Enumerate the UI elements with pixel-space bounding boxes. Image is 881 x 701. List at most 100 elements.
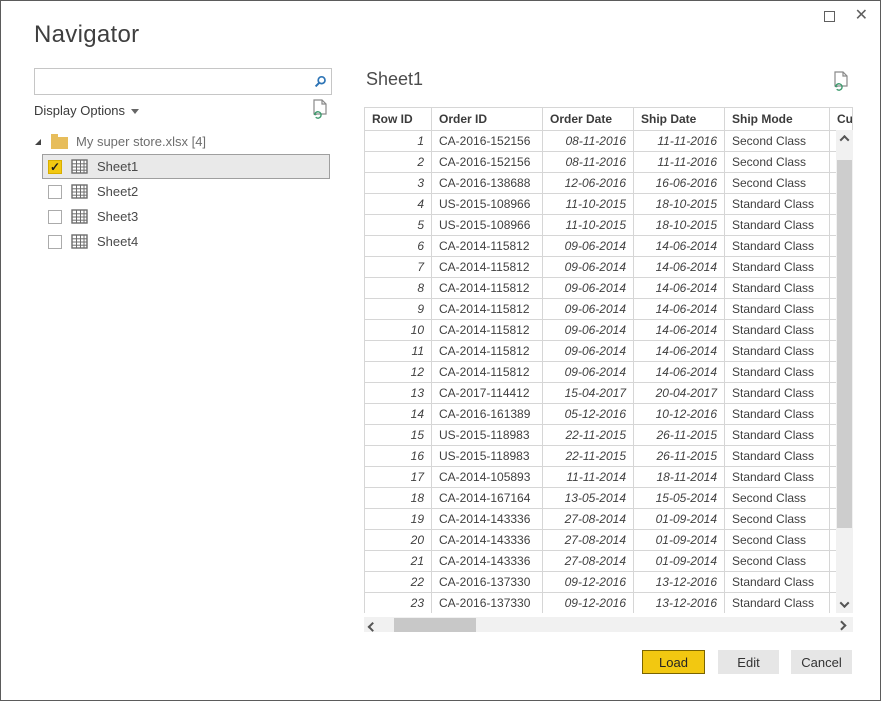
table-cell: 18-11-2014 <box>633 466 725 488</box>
refresh-preview-icon[interactable] <box>833 71 850 97</box>
horizontal-scroll-thumb[interactable] <box>394 618 476 633</box>
table-row: 9 CA-2014-115812 09-06-2014 14-06-2014 Stand… <box>364 298 853 320</box>
table-cell: 14-06-2014 <box>633 298 725 320</box>
table-cell: 16 <box>364 445 432 467</box>
display-options-dropdown[interactable]: Display Options <box>34 103 140 118</box>
table-row: 13 CA-2017-114412 15-04-2017 20-04-2017 Stan… <box>364 382 853 404</box>
footer: Load Edit Cancel <box>1 632 880 700</box>
table-cell: 09-06-2014 <box>542 340 634 362</box>
table-cell: 18 <box>364 487 432 509</box>
table-cell: 09-06-2014 <box>542 298 634 320</box>
refresh-source-icon[interactable] <box>312 99 329 125</box>
table-row: 3 CA-2016-138688 12-06-2016 16-06-2016 Secon… <box>364 172 853 194</box>
navigator-dialog: ✕ Navigator Display Options My super sto… <box>0 0 881 701</box>
table-cell: 15-05-2014 <box>633 487 725 509</box>
table-cell: 11-11-2016 <box>633 130 725 152</box>
table-cell: CA-2016-137330 <box>431 571 543 593</box>
table-cell: 11-10-2015 <box>542 214 634 236</box>
table-cell: 20 <box>364 529 432 551</box>
sheet-checkbox[interactable] <box>48 234 62 249</box>
table-cell: 08-11-2016 <box>542 151 634 173</box>
table-cell: CA-2016-138688 <box>431 172 543 194</box>
table-cell: Standard Class <box>724 403 830 425</box>
table-cell: 1 <box>364 130 432 152</box>
table-cell: CA-2014-167164 <box>431 487 543 509</box>
table-cell: 14-06-2014 <box>633 235 725 257</box>
table-cell: 14-06-2014 <box>633 277 725 299</box>
sheet-checkbox[interactable] <box>48 184 62 199</box>
table-cell: 14-06-2014 <box>633 361 725 383</box>
preview-table-wrap: Row ID Order ID Order Date Ship Date Ship Mo… <box>364 107 853 613</box>
tree-item-sheet4[interactable]: Sheet4 <box>42 229 330 254</box>
table-cell: Standard Class <box>724 592 830 613</box>
expand-collapse-icon[interactable] <box>35 138 41 145</box>
table-cell: Standard Class <box>724 466 830 488</box>
load-button[interactable]: Load <box>642 650 705 674</box>
table-cell: 18-10-2015 <box>633 214 725 236</box>
table-cell: Standard Class <box>724 340 830 362</box>
table-row: 15 US-2015-118983 22-11-2015 26-11-2015 Stan… <box>364 424 853 446</box>
table-cell: CA-2014-105893 <box>431 466 543 488</box>
scroll-down-icon[interactable] <box>836 596 853 613</box>
table-cell: 18-10-2015 <box>633 193 725 215</box>
table-cell: 11-10-2015 <box>542 193 634 215</box>
table-cell: 05-12-2016 <box>542 403 634 425</box>
table-row: 11 CA-2014-115812 09-06-2014 14-06-2014 Stan… <box>364 340 853 362</box>
table-cell: 13 <box>364 382 432 404</box>
table-icon <box>71 209 88 224</box>
table-row: 12 CA-2014-115812 09-06-2014 14-06-2014 Stan… <box>364 361 853 383</box>
table-cell: Standard Class <box>724 382 830 404</box>
scroll-up-icon[interactable] <box>836 130 853 147</box>
close-icon[interactable]: ✕ <box>855 8 868 24</box>
table-cell: 11-11-2016 <box>633 151 725 173</box>
table-cell: 20-04-2017 <box>633 382 725 404</box>
table-row: 23 CA-2016-137330 09-12-2016 13-12-2016 Stan… <box>364 592 853 613</box>
table-row: 1 CA-2016-152156 08-11-2016 11-11-2016 Secon… <box>364 130 853 152</box>
sheet-checkbox[interactable]: ✓ <box>48 159 62 174</box>
table-cell: 10 <box>364 319 432 341</box>
table-cell: 16-06-2016 <box>633 172 725 194</box>
table-cell: Standard Class <box>724 193 830 215</box>
tree-item-sheet3[interactable]: Sheet3 <box>42 204 330 229</box>
table-icon <box>71 234 88 249</box>
preview-table: Row ID Order ID Order Date Ship Date Ship Mo… <box>364 107 853 613</box>
search-input[interactable] <box>35 69 309 94</box>
search-icon[interactable] <box>309 71 331 93</box>
column-header: Order Date <box>542 107 634 131</box>
table-header-row: Row ID Order ID Order Date Ship Date Ship Mo… <box>364 107 853 131</box>
table-cell: CA-2014-115812 <box>431 298 543 320</box>
tree-item-sheet1[interactable]: ✓ Sheet1 <box>42 154 330 179</box>
maximize-icon[interactable] <box>823 10 835 22</box>
table-cell: 09-12-2016 <box>542 592 634 613</box>
table-row: 22 CA-2016-137330 09-12-2016 13-12-2016 Stan… <box>364 571 853 593</box>
column-header: Ship Mode <box>724 107 830 131</box>
table-cell: 09-06-2014 <box>542 319 634 341</box>
table-cell: 12-06-2016 <box>542 172 634 194</box>
table-cell: 22-11-2015 <box>542 424 634 446</box>
table-cell: 01-09-2014 <box>633 550 725 572</box>
table-cell: 2 <box>364 151 432 173</box>
table-icon <box>71 159 88 174</box>
table-cell: 27-08-2014 <box>542 529 634 551</box>
table-cell: 11-11-2014 <box>542 466 634 488</box>
tree-root-workbook[interactable]: My super store.xlsx [4] <box>29 129 335 154</box>
vertical-scrollbar[interactable] <box>836 130 853 613</box>
table-cell: 08-11-2016 <box>542 130 634 152</box>
table-cell: 09-06-2014 <box>542 235 634 257</box>
table-cell: 11 <box>364 340 432 362</box>
table-cell: 09-12-2016 <box>542 571 634 593</box>
table-cell: CA-2016-161389 <box>431 403 543 425</box>
table-cell: Second Class <box>724 151 830 173</box>
tree-item-label: Sheet1 <box>97 159 139 174</box>
table-cell: Standard Class <box>724 571 830 593</box>
table-row: 8 CA-2014-115812 09-06-2014 14-06-2014 Stand… <box>364 277 853 299</box>
cancel-button[interactable]: Cancel <box>791 650 852 674</box>
table-cell: 8 <box>364 277 432 299</box>
vertical-scroll-thumb[interactable] <box>837 160 852 528</box>
edit-button[interactable]: Edit <box>718 650 779 674</box>
tree-item-sheet2[interactable]: Sheet2 <box>42 179 330 204</box>
table-cell: 14 <box>364 403 432 425</box>
sheet-checkbox[interactable] <box>48 209 62 224</box>
table-cell: 27-08-2014 <box>542 508 634 530</box>
table-cell: 23 <box>364 592 432 613</box>
